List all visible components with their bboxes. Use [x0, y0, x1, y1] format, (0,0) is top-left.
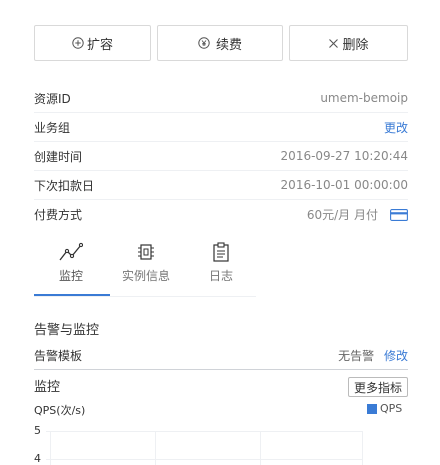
resource-id-row: 资源ID umem-bemoip: [34, 84, 408, 113]
legend-swatch-qps: [367, 403, 377, 414]
created-time-label: 创建时间: [34, 149, 83, 164]
next-charge-row: 下次扣款日 2016-10-01 00:00:00: [34, 171, 408, 200]
chart-y-axis-label: QPS(次/s): [34, 404, 86, 417]
business-group-label: 业务组: [34, 120, 71, 135]
payment-value: 60元/月 月付: [306, 208, 378, 222]
alert-template-label: 告警模板: [34, 348, 83, 363]
tab-logs-label: 日志: [208, 269, 233, 283]
tab-bar-divider: [34, 296, 256, 297]
created-time-row: 创建时间 2016-09-27 10:20:44: [34, 142, 408, 171]
yen-circle-icon: [198, 37, 210, 49]
chart-legend[interactable]: QPS: [367, 402, 402, 415]
credit-card-icon[interactable]: [390, 208, 408, 221]
tab-instance-info[interactable]: 实例信息: [109, 241, 183, 297]
grid-line: [46, 431, 362, 432]
line-chart-icon: [34, 241, 108, 263]
more-metrics-button[interactable]: 更多指标: [348, 377, 408, 397]
tab-logs[interactable]: 日志: [184, 241, 258, 297]
delete-button-label: 删除: [342, 37, 369, 53]
monitor-section-title: 监控: [34, 380, 61, 395]
grid-line: [46, 459, 362, 460]
payment-row: 付费方式 60元/月 月付: [34, 200, 408, 229]
y-tick-label: 4: [34, 452, 41, 465]
renew-button[interactable]: 续费: [157, 25, 283, 61]
next-charge-label: 下次扣款日: [34, 178, 95, 193]
next-charge-value: 2016-10-01 00:00:00: [280, 178, 408, 192]
legend-label-qps: QPS: [380, 402, 403, 415]
alert-template-row: 告警模板 无告警 修改: [34, 341, 408, 370]
close-icon: [328, 38, 339, 49]
renew-button-label: 续费: [215, 37, 242, 53]
tab-monitor[interactable]: 监控: [34, 241, 108, 297]
resource-id-label: 资源ID: [34, 91, 71, 106]
expand-button-label: 扩容: [86, 37, 113, 53]
delete-button[interactable]: 删除: [289, 25, 408, 61]
plus-circle-icon: [72, 37, 84, 49]
alert-template-value: 无告警: [338, 348, 375, 363]
clipboard-icon: [184, 241, 258, 263]
chip-icon: [109, 241, 183, 263]
expand-button[interactable]: 扩容: [34, 25, 151, 61]
created-time-value: 2016-09-27 10:20:44: [280, 149, 408, 163]
resource-id-value: umem-bemoip: [320, 91, 408, 105]
grid-line: [260, 431, 261, 465]
payment-label: 付费方式: [34, 208, 83, 222]
tab-instance-info-label: 实例信息: [121, 269, 170, 283]
grid-line: [155, 431, 156, 465]
tab-monitor-label: 监控: [58, 269, 83, 283]
modify-alert-link[interactable]: 修改: [384, 349, 408, 363]
grid-line: [362, 431, 363, 465]
y-tick-label: 5: [34, 424, 41, 437]
change-business-group-link[interactable]: 更改: [384, 119, 408, 136]
grid-line: [50, 431, 51, 465]
business-group-row: 业务组 更改: [34, 113, 408, 142]
alert-section-title: 告警与监控: [34, 323, 100, 338]
more-metrics-label: 更多指标: [353, 380, 402, 395]
